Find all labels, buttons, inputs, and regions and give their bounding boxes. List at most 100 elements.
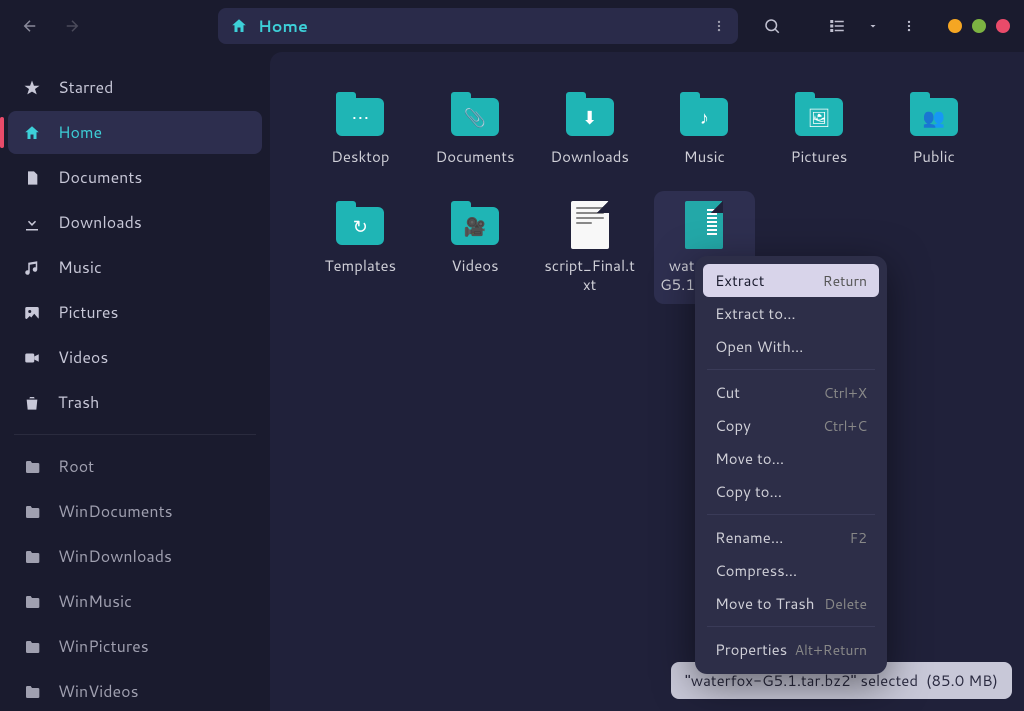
menu-item-label: Move to… bbox=[715, 448, 784, 469]
file-item-public[interactable]: 👥Public bbox=[883, 82, 984, 177]
file-label: script_Final.txt bbox=[543, 257, 636, 295]
menu-item-accel: Delete bbox=[824, 594, 867, 614]
file-item-documents[interactable]: 📎Documents bbox=[425, 82, 526, 177]
sidebar-item-label: WinVideos bbox=[58, 680, 139, 703]
menu-item-move-to-[interactable]: Move to… bbox=[703, 442, 879, 475]
sidebar-item-label: Starred bbox=[58, 76, 113, 99]
close-dot[interactable] bbox=[996, 19, 1010, 33]
download-icon bbox=[22, 213, 42, 233]
menu-item-open-with-[interactable]: Open With… bbox=[703, 330, 879, 363]
sidebar-item-label: WinDocuments bbox=[58, 500, 173, 523]
folder-icon bbox=[22, 592, 42, 612]
menu-item-label: Move to Trash bbox=[715, 593, 815, 614]
sidebar-item-music[interactable]: Music bbox=[8, 246, 262, 289]
menu-item-label: Extract to… bbox=[715, 303, 796, 324]
minimize-dot[interactable] bbox=[948, 19, 962, 33]
sidebar-item-home[interactable]: Home bbox=[8, 111, 262, 154]
menu-item-accel: Return bbox=[823, 271, 867, 291]
sidebar-item-pictures[interactable]: Pictures bbox=[8, 291, 262, 334]
menu-item-label: Open With… bbox=[715, 336, 803, 357]
sidebar-item-label: WinPictures bbox=[58, 635, 149, 658]
path-menu-icon[interactable] bbox=[712, 17, 726, 35]
folder-icon bbox=[22, 682, 42, 702]
breadcrumb-home[interactable]: Home bbox=[258, 15, 308, 38]
menu-item-rename-[interactable]: Rename… F2 bbox=[703, 521, 879, 554]
menu-item-extract-to-[interactable]: Extract to… bbox=[703, 297, 879, 330]
sidebar: Starred HomeDocumentsDownloadsMusicPictur… bbox=[0, 52, 270, 711]
menu-item-move-to-trash[interactable]: Move to Trash Delete bbox=[703, 587, 879, 620]
sidebar-item-videos[interactable]: Videos bbox=[8, 336, 262, 379]
file-item-videos[interactable]: 🎥 Videos bbox=[425, 191, 526, 305]
sidebar-item-label: WinDownloads bbox=[58, 545, 172, 568]
file-label: Videos bbox=[451, 257, 498, 276]
hamburger-menu-button[interactable] bbox=[894, 8, 924, 44]
menu-item-label: Copy to… bbox=[715, 481, 782, 502]
sidebar-item-windocuments[interactable]: WinDocuments bbox=[8, 490, 262, 533]
menu-item-label: Cut bbox=[715, 382, 740, 403]
view-dropdown-button[interactable] bbox=[858, 8, 888, 44]
folder-icon: 📎 bbox=[447, 92, 503, 140]
sidebar-item-documents[interactable]: Documents bbox=[8, 156, 262, 199]
sidebar-item-winpictures[interactable]: WinPictures bbox=[8, 625, 262, 668]
menu-item-label: Compress… bbox=[715, 560, 797, 581]
archive-file-icon bbox=[676, 201, 732, 249]
menu-item-cut[interactable]: CutCtrl+X bbox=[703, 376, 879, 409]
home-icon bbox=[22, 123, 42, 143]
view-mode-button[interactable] bbox=[822, 8, 852, 44]
menu-separator bbox=[707, 626, 875, 627]
folder-icon bbox=[22, 502, 42, 522]
folder-icon bbox=[22, 637, 42, 657]
forward-button[interactable] bbox=[56, 10, 88, 42]
menu-separator bbox=[707, 369, 875, 370]
sidebar-item-starred[interactable]: Starred bbox=[8, 66, 262, 109]
menu-item-properties[interactable]: PropertiesAlt+Return bbox=[703, 633, 879, 666]
back-button[interactable] bbox=[14, 10, 46, 42]
window-controls bbox=[948, 19, 1010, 33]
sidebar-item-label: WinMusic bbox=[58, 590, 132, 613]
file-label: Pictures bbox=[791, 148, 848, 167]
menu-item-accel: Alt+Return bbox=[795, 640, 867, 660]
sidebar-item-windownloads[interactable]: WinDownloads bbox=[8, 535, 262, 578]
folder-icon: ⬇ bbox=[562, 92, 618, 140]
menu-item-accel: F2 bbox=[850, 528, 867, 548]
sidebar-item-downloads[interactable]: Downloads bbox=[8, 201, 262, 244]
star-icon bbox=[22, 78, 42, 98]
file-item-downloads[interactable]: ⬇Downloads bbox=[539, 82, 640, 177]
menu-item-extract[interactable]: Extract Return bbox=[703, 264, 879, 297]
music-icon bbox=[22, 258, 42, 278]
maximize-dot[interactable] bbox=[972, 19, 986, 33]
folder-icon bbox=[22, 457, 42, 477]
file-label: Desktop bbox=[331, 148, 389, 167]
top-bar: Home bbox=[0, 0, 1024, 52]
sidebar-item-label: Root bbox=[58, 455, 94, 478]
path-bar[interactable]: Home bbox=[218, 8, 738, 44]
home-icon bbox=[230, 17, 248, 35]
sidebar-item-root[interactable]: Root bbox=[8, 445, 262, 488]
menu-item-compress-[interactable]: Compress… bbox=[703, 554, 879, 587]
file-item-templates[interactable]: ↻Templates bbox=[310, 191, 411, 305]
sidebar-item-winmusic[interactable]: WinMusic bbox=[8, 580, 262, 623]
menu-separator bbox=[707, 514, 875, 515]
video-icon bbox=[22, 348, 42, 368]
file-item-music[interactable]: ♪Music bbox=[654, 82, 755, 177]
search-button[interactable] bbox=[754, 8, 790, 44]
file-item-desktop[interactable]: ⋯Desktop bbox=[310, 82, 411, 177]
folder-icon bbox=[22, 547, 42, 567]
menu-item-label: Copy bbox=[715, 415, 751, 436]
sidebar-item-trash[interactable]: Trash bbox=[8, 381, 262, 424]
menu-item-label: Rename… bbox=[715, 527, 783, 548]
menu-item-label: Extract bbox=[715, 270, 764, 291]
menu-item-copy-to-[interactable]: Copy to… bbox=[703, 475, 879, 508]
trash-icon bbox=[22, 393, 42, 413]
file-item-pictures[interactable]: 🖼 Pictures bbox=[769, 82, 870, 177]
folder-icon: ♪ bbox=[676, 92, 732, 140]
image-icon bbox=[22, 303, 42, 323]
folder-icon: 🎥 bbox=[447, 201, 503, 249]
file-item-script-final-txt[interactable]: script_Final.txt bbox=[539, 191, 640, 305]
folder-icon: 🖼 bbox=[791, 92, 847, 140]
status-size: (85.0 MB) bbox=[926, 670, 998, 691]
menu-item-copy[interactable]: CopyCtrl+C bbox=[703, 409, 879, 442]
text-file-icon bbox=[562, 201, 618, 249]
folder-icon: ↻ bbox=[332, 201, 388, 249]
sidebar-item-winvideos[interactable]: WinVideos bbox=[8, 670, 262, 711]
